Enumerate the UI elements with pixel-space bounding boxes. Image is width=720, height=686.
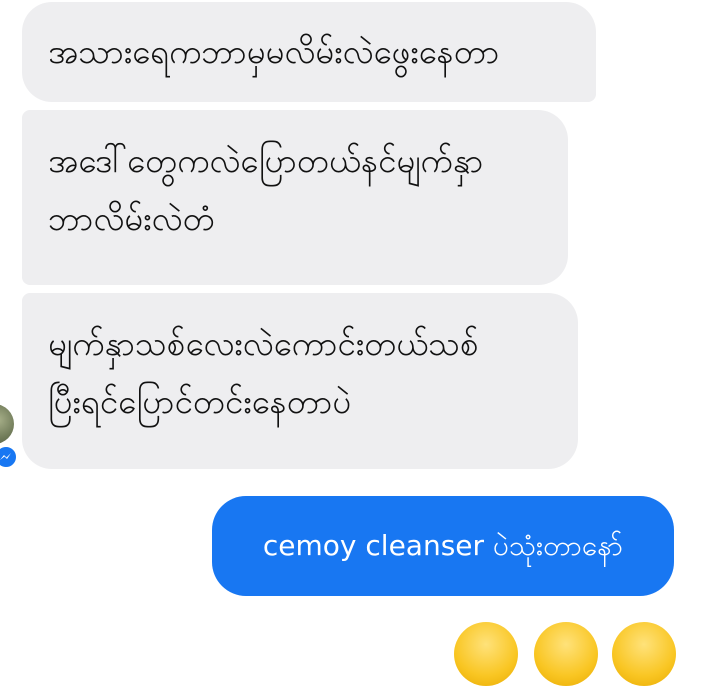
incoming-message-bubble[interactable]: အသားရေကဘာမှမလိမ်းလဲဖွေးနေတာ bbox=[22, 2, 596, 102]
message-text-line: ပြီးရင်ပြောင်တင်းနေတာပဲ bbox=[48, 382, 352, 421]
emoji-icon[interactable] bbox=[534, 622, 598, 686]
sender-avatar[interactable] bbox=[0, 404, 14, 444]
message-text-line: အသားရေကဘာမှမလိမ်းလဲဖွေးနေတာ bbox=[48, 32, 500, 71]
message-text-line: အဒေါ်တွေကလဲပြောတယ်နင်မျက်နှာ bbox=[48, 141, 484, 180]
message-text-line: မျက်နှာသစ်လေးလဲကောင်းတယ်သစ် bbox=[48, 324, 479, 363]
emoji-icon[interactable] bbox=[612, 622, 676, 686]
incoming-message-bubble[interactable]: အဒေါ်တွေကလဲပြောတယ်နင်မျက်နှာ ဘာလိမ်းလဲတံ bbox=[22, 110, 568, 285]
message-text-line: ဘာလိမ်းလဲတံ bbox=[48, 199, 215, 238]
outgoing-message-bubble[interactable]: cemoy cleanser ပဲသုံးတာနော် bbox=[212, 496, 674, 596]
emoji-icon[interactable] bbox=[454, 622, 518, 686]
incoming-message-bubble[interactable]: မျက်နှာသစ်လေးလဲကောင်းတယ်သစ် ပြီးရင်ပြောင… bbox=[22, 293, 578, 469]
message-text: cemoy cleanser ပဲသုံးတာနော် bbox=[262, 529, 624, 562]
messenger-badge-icon bbox=[0, 445, 18, 469]
